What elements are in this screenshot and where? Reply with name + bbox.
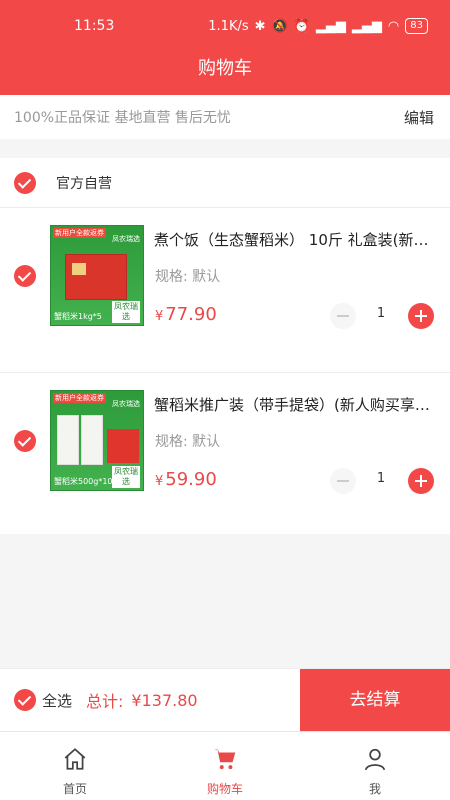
tab-cart[interactable]: 购物车 (150, 732, 300, 800)
mute-icon: 🔕 (271, 18, 288, 34)
battery-icon: 83 (405, 18, 428, 34)
status-bar: 11:53 1.1K/s ✱ 🔕 ⏰ ▂▄▆ ▂▄▆ ◠ 83 (0, 0, 450, 52)
checkout-bar: 全选 总计: ¥137.80 去结算 (0, 668, 450, 731)
image-banner: 新用户全款返券 (53, 228, 106, 238)
product-image[interactable]: 新用户全款返券 凤农瑞选 蟹稻米1kg*5 凤农瑞选 (50, 225, 144, 326)
rice-bag-graphic (57, 415, 79, 465)
product-price: ¥77.90 (155, 304, 217, 325)
user-icon (364, 748, 386, 771)
total-label: 总计: (86, 692, 124, 711)
cart-icon (214, 749, 236, 770)
image-logo: 凤农瑞选 (112, 235, 140, 243)
network-speed: 1.1K/s (208, 18, 249, 34)
product-image[interactable]: 新用户全款返券 凤农瑞选 蟹稻米500g*10 凤农瑞选 (50, 390, 144, 491)
total-amount: ¥137.80 (131, 690, 198, 710)
currency-symbol: ¥ (155, 474, 164, 489)
decrease-button[interactable] (330, 468, 356, 494)
signal-icon: ▂▄▆ (315, 18, 346, 34)
select-all[interactable]: 全选 (14, 689, 72, 711)
status-indicators: 1.1K/s ✱ 🔕 ⏰ ▂▄▆ ▂▄▆ ◠ 83 (208, 18, 428, 34)
increase-button[interactable] (408, 303, 434, 329)
increase-button[interactable] (408, 468, 434, 494)
rice-bag-graphic (81, 415, 103, 465)
decrease-button[interactable] (330, 303, 356, 329)
price-value: 59.90 (165, 469, 217, 490)
page-title: 购物车 (198, 58, 252, 79)
tab-label: 我 (368, 782, 381, 796)
image-badge: 凤农瑞选 (112, 466, 140, 488)
tab-label: 首页 (62, 782, 87, 796)
home-icon (64, 748, 86, 770)
cart-item: 新用户全款返券 凤农瑞选 蟹稻米1kg*5 凤农瑞选 煮个饭（生态蟹稻米） 10… (0, 208, 450, 372)
handbag-graphic (107, 429, 139, 463)
wifi-icon: ◠ (387, 18, 400, 34)
status-time: 11:53 (74, 18, 115, 34)
shop-header: 官方自营 (0, 158, 450, 208)
signal-2-icon: ▂▄▆ (351, 18, 382, 34)
image-caption: 蟹稻米500g*10 (54, 477, 113, 486)
alarm-icon: ⏰ (293, 18, 310, 34)
image-banner: 新用户全款返券 (53, 393, 106, 403)
gift-box-graphic (65, 254, 127, 300)
shop-section: 官方自营 新用户全款返券 凤农瑞选 蟹稻米1kg*5 凤农瑞选 煮个饭（生态蟹稻… (0, 158, 450, 534)
product-title[interactable]: 煮个饭（生态蟹稻米） 10斤 礼盒装(新人购买... (154, 229, 434, 250)
guarantee-text: 100%正品保证 基地直营 售后无忧 (14, 110, 231, 126)
product-price: ¥59.90 (155, 469, 217, 490)
guarantee-notice: 100%正品保证 基地直营 售后无忧 编辑 (0, 95, 450, 139)
select-all-checkbox[interactable] (14, 689, 36, 711)
price-value: 77.90 (165, 304, 217, 325)
product-spec: 规格: 默认 (155, 269, 221, 285)
tab-label: 购物车 (206, 782, 243, 796)
image-badge: 凤农瑞选 (112, 301, 140, 323)
tab-me[interactable]: 我 (300, 732, 450, 800)
select-all-label[interactable]: 全选 (42, 690, 72, 711)
shop-name: 官方自营 (56, 175, 112, 192)
quantity-value[interactable]: 1 (368, 306, 394, 321)
image-caption: 蟹稻米1kg*5 (54, 312, 102, 321)
cart-item: 新用户全款返券 凤农瑞选 蟹稻米500g*10 凤农瑞选 蟹稻米推广装（带手提袋… (0, 372, 450, 536)
product-spec: 规格: 默认 (155, 434, 221, 450)
checkout-button[interactable]: 去结算 (300, 669, 450, 731)
edit-button[interactable]: 编辑 (404, 107, 434, 128)
shop-checkbox[interactable] (14, 171, 36, 194)
bluetooth-icon: ✱ (254, 18, 266, 34)
bottom-tab-bar: 首页 购物车 我 (0, 731, 450, 800)
tab-home[interactable]: 首页 (0, 732, 150, 800)
product-title[interactable]: 蟹稻米推广装（带手提袋）(新人购买享优惠) (154, 394, 434, 415)
currency-symbol: ¥ (155, 309, 164, 324)
item-checkbox[interactable] (14, 430, 36, 452)
app-header: 11:53 1.1K/s ✱ 🔕 ⏰ ▂▄▆ ▂▄▆ ◠ 83 购物车 (0, 0, 450, 95)
image-logo: 凤农瑞选 (112, 400, 140, 408)
quantity-value[interactable]: 1 (368, 471, 394, 486)
item-checkbox[interactable] (14, 265, 36, 287)
